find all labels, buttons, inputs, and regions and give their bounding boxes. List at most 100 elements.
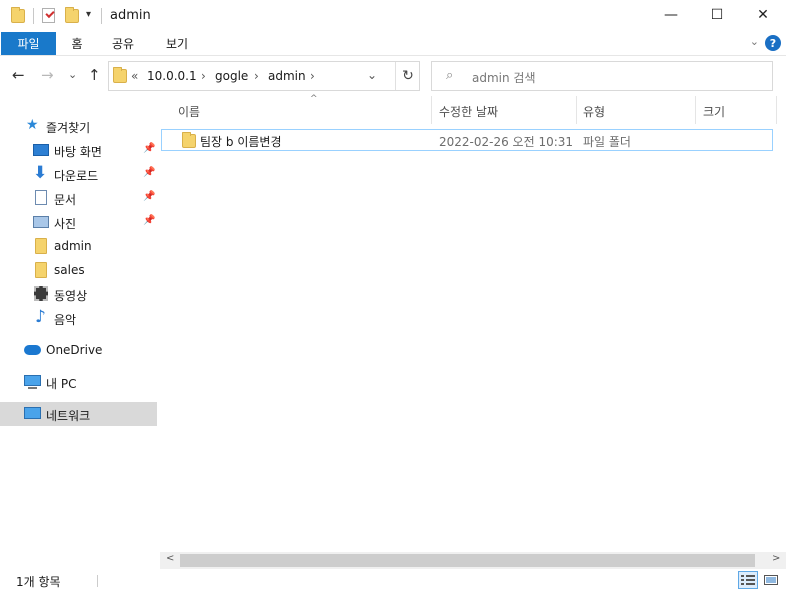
sidebar-item-pictures[interactable]: 사진 📌 <box>0 210 157 234</box>
address-dropdown-icon[interactable]: ⌄ <box>367 68 377 82</box>
scroll-right-icon[interactable]: > <box>772 553 780 564</box>
breadcrumb-separator[interactable]: › <box>254 69 259 83</box>
music-icon: ♪ <box>35 307 46 327</box>
tab-view[interactable]: 보기 <box>154 32 200 55</box>
breadcrumb-item[interactable]: gogle <box>215 69 248 83</box>
sidebar-item-music[interactable]: ♪ 음악 <box>0 306 157 330</box>
sidebar-item-label: 사진 <box>54 217 77 231</box>
large-icons-view-button[interactable] <box>761 571 781 589</box>
column-header-label: 크기 <box>703 105 726 119</box>
search-box[interactable]: ⌕ admin 검색 <box>431 61 773 91</box>
minimize-button[interactable]: — <box>648 0 694 30</box>
column-header-name[interactable]: ^ 이름 <box>172 94 432 124</box>
sidebar-item-downloads[interactable]: ⬇ 다운로드 📌 <box>0 162 157 186</box>
new-folder-icon[interactable] <box>65 7 79 23</box>
forward-button[interactable]: → <box>41 66 54 84</box>
sidebar-item-sales[interactable]: sales <box>0 258 157 282</box>
pin-icon[interactable]: 📌 <box>143 191 155 202</box>
sidebar-item-label: 음악 <box>54 313 77 327</box>
column-header-size[interactable]: 크기 <box>697 96 777 124</box>
search-icon: ⌕ <box>446 68 454 83</box>
file-modified: 2022-02-26 오전 10:31 <box>439 135 574 149</box>
download-icon: ⬇ <box>33 163 48 183</box>
pin-icon[interactable]: 📌 <box>143 215 155 226</box>
tab-home[interactable]: 홈 <box>60 32 94 55</box>
sidebar-item-label: 내 PC <box>46 377 77 391</box>
cloud-icon <box>24 345 41 355</box>
sidebar-item-desktop[interactable]: 바탕 화면 📌 <box>0 138 157 162</box>
recent-locations-icon[interactable]: ⌄ <box>68 68 77 81</box>
ribbon-tabs: 파일 홈 공유 보기 ⌄ ? <box>0 30 786 56</box>
sidebar-item-onedrive[interactable]: OneDrive <box>0 338 157 362</box>
breadcrumb-item[interactable]: 10.0.0.1 <box>147 69 197 83</box>
pin-icon[interactable]: 📌 <box>143 167 155 178</box>
folder-icon <box>35 262 47 278</box>
sidebar-item-documents[interactable]: 문서 📌 <box>0 186 157 210</box>
sidebar-item-label: 문서 <box>54 193 77 207</box>
pc-icon <box>24 375 41 386</box>
sidebar-item-label: sales <box>54 263 85 277</box>
up-button[interactable]: ↑ <box>88 66 101 84</box>
column-header-label: 유형 <box>583 105 606 119</box>
maximize-button[interactable]: ☐ <box>694 0 740 30</box>
folder-icon <box>11 7 25 23</box>
sidebar-item-label: admin <box>54 239 92 253</box>
column-header-modified[interactable]: 수정한 날짜 <box>433 96 577 124</box>
breadcrumb-separator[interactable]: › <box>310 69 315 83</box>
navigation-bar: ← → ⌄ ↑ « 10.0.0.1 › gogle › admin › ⌄ ↻… <box>0 56 786 96</box>
item-count: 1개 항목 <box>16 575 61 589</box>
scrollbar-thumb[interactable] <box>180 554 755 567</box>
status-bar: 1개 항목 <box>0 569 786 592</box>
search-input[interactable]: admin 검색 <box>472 69 536 86</box>
window-title: admin <box>110 8 151 23</box>
star-icon: ★ <box>26 117 39 133</box>
picture-icon <box>33 216 49 228</box>
column-header-label: 수정한 날짜 <box>439 105 499 119</box>
pc-stand <box>28 387 37 389</box>
properties-icon[interactable] <box>42 8 55 23</box>
large-icons-view-icon <box>764 575 778 585</box>
divider <box>97 575 98 587</box>
sidebar-item-videos[interactable]: 동영상 <box>0 282 157 306</box>
column-header-type[interactable]: 유형 <box>577 96 696 124</box>
folder-icon <box>113 67 127 83</box>
sidebar-item-label: OneDrive <box>46 343 103 357</box>
horizontal-scrollbar[interactable]: < > <box>160 552 786 569</box>
quick-access-dropdown-icon[interactable]: ▾ <box>86 9 91 20</box>
help-icon[interactable]: ? <box>765 35 781 51</box>
breadcrumb-overflow[interactable]: « <box>131 69 138 83</box>
pin-icon[interactable]: 📌 <box>143 143 155 154</box>
details-view-button[interactable] <box>738 571 758 589</box>
sidebar-item-label: 즐겨찾기 <box>46 121 91 135</box>
back-button[interactable]: ← <box>12 66 25 84</box>
sidebar-item-network[interactable]: 네트워크 <box>0 402 157 426</box>
close-button[interactable]: ✕ <box>740 0 786 30</box>
document-icon <box>35 190 47 205</box>
breadcrumb-item[interactable]: admin <box>268 69 306 83</box>
video-icon <box>34 286 48 301</box>
table-row[interactable]: 팀장 b 이름변경 2022-02-26 오전 10:31 파일 폴더 <box>161 129 773 151</box>
folder-icon <box>182 132 196 148</box>
tab-file[interactable]: 파일 <box>1 32 56 55</box>
sidebar-item-favorites[interactable]: ★ 즐겨찾기 <box>0 114 157 138</box>
ribbon-expand-icon[interactable]: ⌄ <box>750 35 759 48</box>
tab-share[interactable]: 공유 <box>100 32 146 55</box>
sort-ascending-icon: ^ <box>310 94 318 104</box>
divider <box>101 8 102 24</box>
file-list: ^ 이름 수정한 날짜 유형 크기 팀장 b 이름변경 2022-02-26 오… <box>160 94 786 552</box>
title-bar: ▾ admin — ☐ ✕ <box>0 0 786 32</box>
file-name[interactable]: 팀장 b 이름변경 <box>200 133 282 150</box>
address-bar[interactable]: « 10.0.0.1 › gogle › admin › ⌄ ↻ <box>108 61 420 91</box>
sidebar-item-label: 동영상 <box>54 289 88 303</box>
sidebar-item-admin[interactable]: admin <box>0 234 157 258</box>
sidebar-item-this-pc[interactable]: 내 PC <box>0 370 157 394</box>
navigation-pane: ★ 즐겨찾기 바탕 화면 📌 ⬇ 다운로드 📌 문서 📌 사진 📌 admin … <box>0 96 158 566</box>
sidebar-item-label: 네트워크 <box>46 409 91 423</box>
refresh-button[interactable]: ↻ <box>395 62 420 90</box>
column-header-label: 이름 <box>178 105 201 119</box>
scroll-left-icon[interactable]: < <box>166 553 174 564</box>
breadcrumb-separator[interactable]: › <box>201 69 206 83</box>
desktop-icon <box>33 144 49 156</box>
sidebar-item-label: 바탕 화면 <box>54 145 102 159</box>
folder-icon <box>35 238 47 254</box>
